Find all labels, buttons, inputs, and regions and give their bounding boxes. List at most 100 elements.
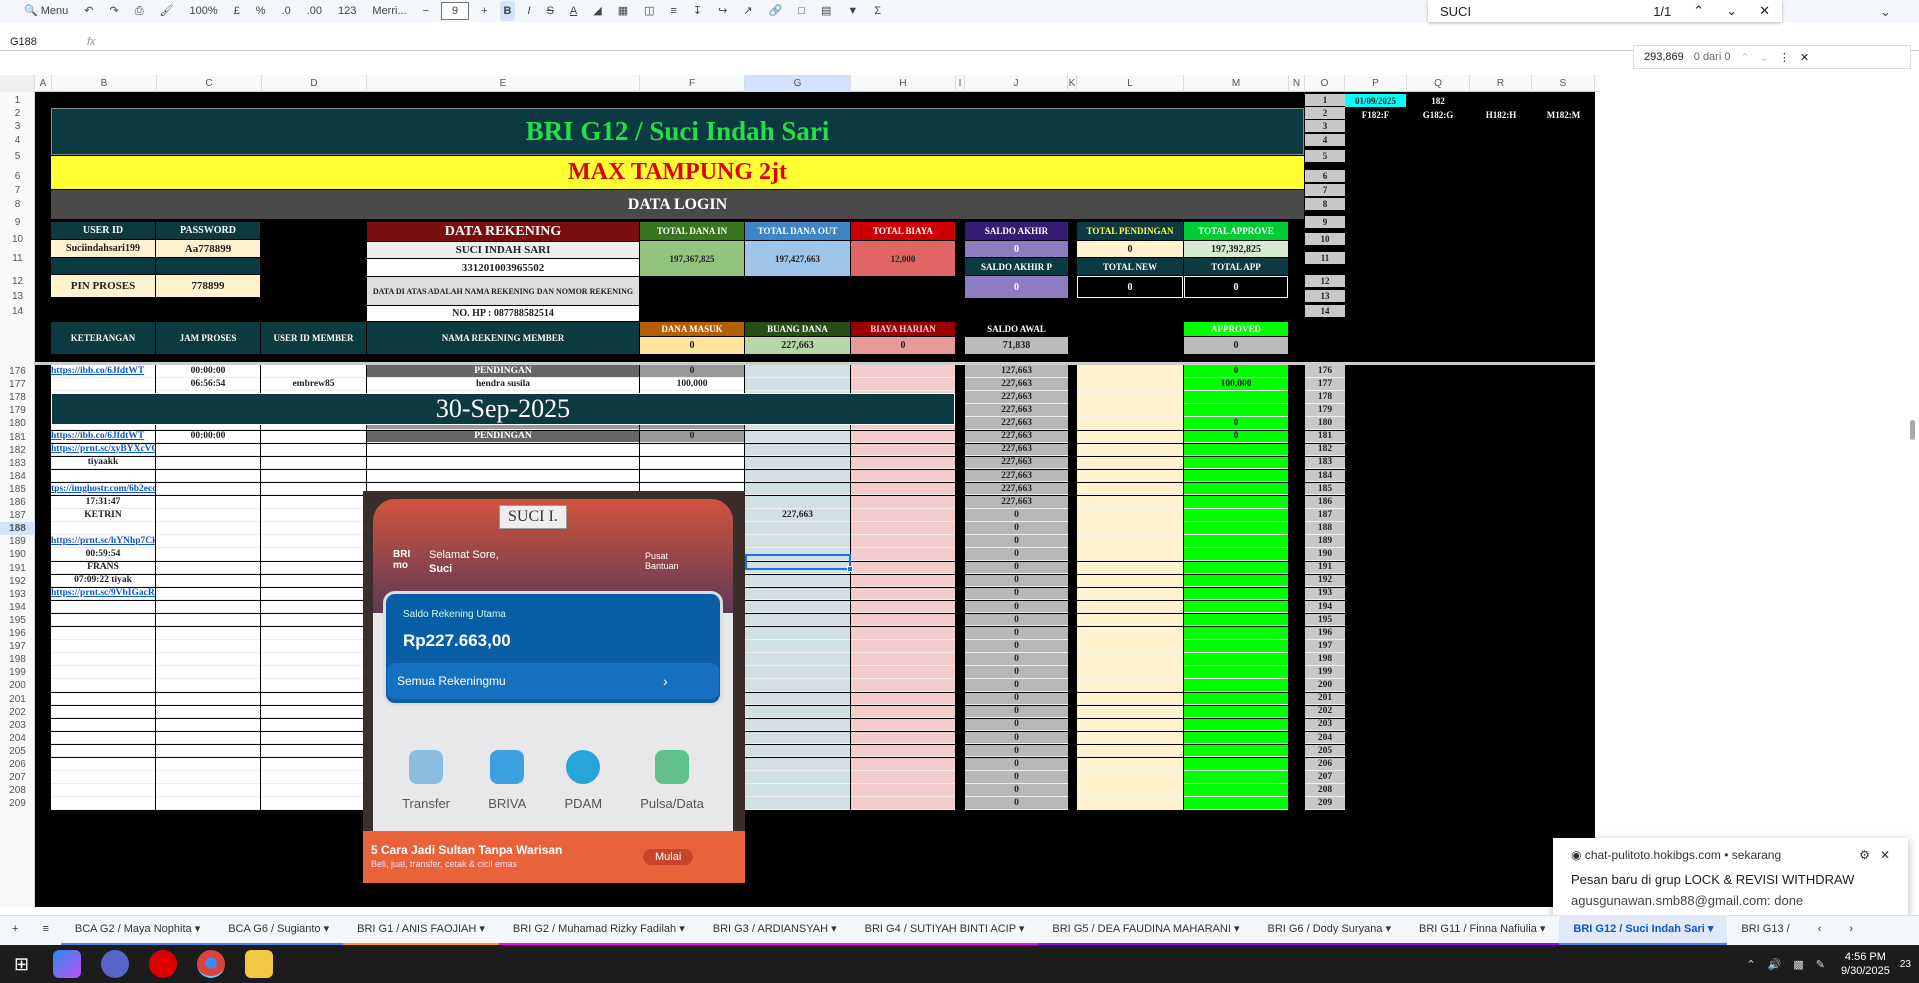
table-cell-h[interactable] [851, 718, 955, 732]
table-cell-m[interactable]: 0 [1184, 417, 1288, 430]
table-cell-h[interactable] [851, 653, 955, 666]
clock[interactable]: 4:56 PM 9/30/2025 [1841, 950, 1890, 978]
row-header[interactable]: 204 [0, 732, 35, 745]
table-cell-g[interactable] [745, 666, 850, 679]
table-cell-m[interactable] [1184, 574, 1288, 588]
find2-input[interactable]: 293,869 [1644, 51, 1684, 63]
table-cell-g[interactable] [745, 758, 850, 771]
table-cell-h[interactable] [851, 666, 955, 679]
table-cell-j[interactable]: 127,663 [965, 365, 1068, 378]
table-cell-g[interactable] [745, 365, 850, 378]
chrome-icon[interactable] [197, 950, 226, 978]
table-cell-j[interactable]: 0 [965, 627, 1068, 640]
table-cell-d[interactable] [261, 653, 366, 666]
table-cell-m[interactable] [1184, 705, 1288, 719]
column-header[interactable]: F [640, 75, 745, 92]
table-cell-g[interactable] [745, 771, 850, 784]
table-cell-d[interactable] [261, 365, 366, 378]
table-cell-h[interactable] [851, 784, 955, 797]
table-cell-j[interactable]: 0 [965, 548, 1068, 561]
gear-icon[interactable]: ⚙ [1859, 848, 1870, 862]
col-o-number[interactable]: 186 [1305, 496, 1345, 509]
row-header[interactable]: 194 [0, 601, 35, 614]
column-header[interactable]: P [1345, 75, 1407, 92]
row-header[interactable]: 178 [0, 391, 35, 404]
chart-icon[interactable]: ▤ [817, 1, 835, 21]
column-header[interactable]: K [1068, 75, 1077, 92]
table-cell-b[interactable]: https://prnt.sc/9VbIGacRmDB5 [51, 587, 155, 601]
row-header[interactable]: 192 [0, 575, 35, 588]
table-cell-g[interactable] [745, 705, 850, 719]
column-header[interactable]: O [1305, 75, 1345, 92]
row-header[interactable]: 7 [0, 184, 35, 197]
table-cell-b[interactable] [51, 666, 155, 679]
tab-bri-g13[interactable]: BRI G13 / [1727, 915, 1803, 946]
find-input[interactable]: SUCI [1440, 4, 1471, 19]
col-o-number[interactable]: 197 [1305, 640, 1345, 653]
row-header[interactable]: 187 [0, 509, 35, 522]
table-cell-d[interactable] [261, 705, 366, 719]
table-cell-b[interactable] [51, 705, 155, 719]
table-cell-m[interactable] [1184, 522, 1288, 535]
all-sheets-icon[interactable]: ≡ [30, 915, 60, 946]
table-cell-d[interactable] [261, 469, 366, 483]
name-box[interactable]: G188 [0, 36, 75, 48]
column-header[interactable]: R [1470, 75, 1532, 92]
table-cell-m[interactable]: 0 [1184, 365, 1288, 378]
windows-start-icon[interactable]: ⊞ [14, 954, 29, 975]
table-cell-j[interactable]: 227,663 [965, 496, 1068, 509]
table-cell-c[interactable] [156, 666, 260, 679]
row-header[interactable]: 190 [0, 548, 35, 561]
col-o-number[interactable]: 176 [1305, 365, 1345, 378]
col-o-number[interactable]: 208 [1305, 784, 1345, 797]
table-cell-g[interactable] [745, 797, 850, 810]
table-cell-c[interactable] [156, 548, 260, 561]
tab-bca-g6[interactable]: BCA G6 / Sugianto ▾ [214, 915, 344, 946]
table-cell-c[interactable]: 00:00:00 [156, 430, 260, 443]
table-cell-g[interactable] [745, 587, 850, 601]
table-cell-j[interactable]: 0 [965, 613, 1068, 627]
table-cell-m[interactable] [1184, 784, 1288, 797]
row-header[interactable]: 200 [0, 679, 35, 692]
table-cell-c[interactable] [156, 509, 260, 522]
table-cell-g[interactable] [745, 627, 850, 640]
table-cell-c[interactable] [156, 705, 260, 719]
bold-icon[interactable]: B [499, 1, 516, 21]
table-cell-h[interactable] [851, 731, 955, 745]
table-cell-d[interactable] [261, 679, 366, 692]
table-cell-l[interactable] [1077, 692, 1183, 705]
vertical-scrollbar[interactable] [1910, 420, 1915, 440]
table-cell-l[interactable] [1077, 613, 1183, 627]
table-cell-c[interactable] [156, 600, 260, 614]
table-cell-l[interactable] [1077, 758, 1183, 771]
table-cell-c[interactable] [156, 731, 260, 745]
table-cell-c[interactable] [156, 653, 260, 666]
table-cell-m[interactable] [1184, 496, 1288, 509]
table-cell-l[interactable] [1077, 496, 1183, 509]
column-header[interactable]: G [745, 75, 851, 92]
row-header[interactable]: 10 [0, 233, 35, 246]
table-cell-b[interactable] [51, 718, 155, 732]
table-cell-l[interactable] [1077, 744, 1183, 758]
table-cell-b[interactable] [51, 600, 155, 614]
table-cell-l[interactable] [1077, 469, 1183, 483]
col-o-number[interactable]: 198 [1305, 653, 1345, 666]
table-cell-l[interactable] [1077, 522, 1183, 535]
col-o-number[interactable]: 203 [1305, 718, 1345, 732]
mulai-button[interactable]: Mulai [643, 849, 694, 865]
comment-icon[interactable]: □ [794, 1, 809, 21]
table-cell-d[interactable] [261, 482, 366, 496]
table-cell-g[interactable] [745, 692, 850, 705]
table-cell-g[interactable] [745, 718, 850, 732]
row-header[interactable]: 189 [0, 535, 35, 548]
table-cell-b[interactable]: FRANS [51, 561, 155, 574]
table-cell-c[interactable] [156, 456, 260, 470]
table-cell-d[interactable] [261, 430, 366, 443]
table-cell-b[interactable] [51, 627, 155, 640]
table-cell-g[interactable] [745, 679, 850, 692]
col-o-number[interactable]: 201 [1305, 692, 1345, 705]
table-cell-d[interactable] [261, 718, 366, 732]
table-cell-f[interactable]: 100,000 [640, 378, 744, 391]
table-cell-h[interactable] [851, 627, 955, 640]
paint-format-icon[interactable]: 🖌 [156, 1, 178, 21]
